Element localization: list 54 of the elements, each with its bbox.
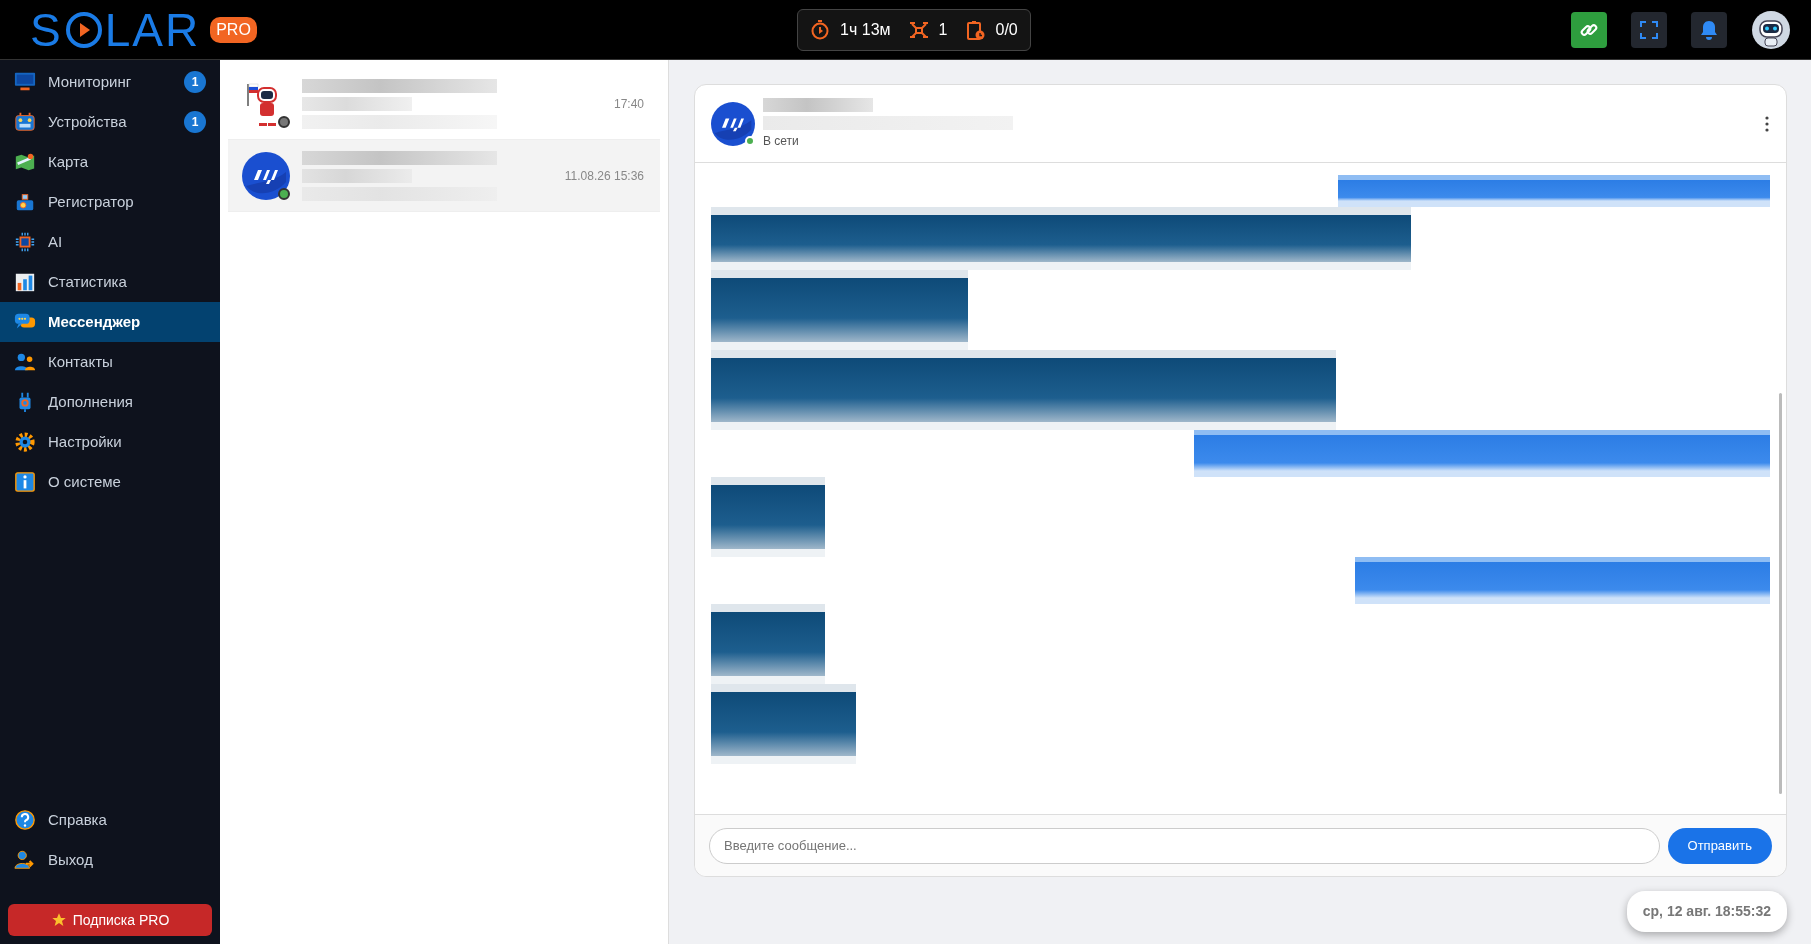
fullscreen-button[interactable] — [1631, 11, 1667, 48]
drone-icon — [908, 19, 929, 40]
user-avatar[interactable] — [1751, 9, 1791, 50]
stat-value: 1ч 13м — [840, 19, 891, 40]
remote-control-icon — [14, 111, 36, 133]
timer-icon — [810, 19, 831, 40]
star-icon — [50, 912, 67, 928]
stat-value: 1 — [938, 19, 948, 40]
sidebar-item[interactable]: О системе — [0, 462, 220, 502]
logo-text: LAR — [104, 6, 201, 53]
sidebar-item[interactable]: Регистратор — [0, 182, 220, 222]
play-logo-icon — [64, 10, 103, 49]
chat-time: 17:40 — [613, 95, 644, 113]
logo-text: S — [30, 6, 63, 53]
bell-icon — [1700, 19, 1718, 40]
sidebar-item[interactable]: Контакты — [0, 342, 220, 382]
sidebar-item[interactable]: Статистика — [0, 262, 220, 302]
count-badge: 1 — [184, 71, 206, 93]
count-badge: 1 — [184, 111, 206, 133]
sidebar-item[interactable]: Дополнения — [0, 382, 220, 422]
sidebar-item[interactable]: Выход — [0, 840, 220, 880]
fullscreen-icon — [1640, 20, 1658, 39]
sidebar-item[interactable]: Мониторинг 1 — [0, 62, 220, 102]
bar-chart-icon — [14, 271, 36, 293]
settings-icon — [14, 431, 36, 453]
send-button[interactable]: Отправить — [1667, 827, 1772, 864]
more-menu-icon[interactable] — [1764, 114, 1770, 133]
chat-list-item[interactable]: 17:40 — [228, 68, 660, 140]
stat-value: 0/0 — [995, 19, 1018, 40]
camera-icon — [14, 191, 36, 213]
date-time: ср, 12 авг. 18:55:32 — [1626, 891, 1787, 932]
pro-badge: PRO — [210, 16, 257, 43]
clipboard-icon — [965, 19, 986, 40]
sidebar-item[interactable]: Настройки — [0, 422, 220, 462]
monitor-icon — [14, 71, 36, 93]
chip-icon — [14, 231, 36, 253]
sidebar-item[interactable]: Устройства 1 — [0, 102, 220, 142]
brand-avatar — [711, 101, 755, 146]
sidebar-item[interactable]: AI — [0, 222, 220, 262]
brand-avatar — [242, 151, 290, 200]
sidebar-item[interactable]: Карта — [0, 142, 220, 182]
map-icon — [14, 151, 36, 173]
online-status: В сети — [763, 132, 800, 150]
sidebar-item[interactable]: Мессенджер — [0, 302, 220, 342]
message-input[interactable]: Введите сообщение... — [709, 827, 1660, 864]
people-icon — [14, 351, 36, 373]
chat-time: 11.08.26 15:36 — [564, 167, 644, 185]
info-icon — [14, 471, 36, 493]
subscribe-button[interactable]: Подписка PRO — [8, 904, 212, 936]
link-button[interactable] — [1571, 11, 1607, 48]
logout-icon — [14, 849, 36, 871]
help-icon — [14, 809, 36, 831]
notifications-button[interactable] — [1691, 11, 1727, 48]
sidebar-item[interactable]: Справка — [0, 800, 220, 840]
